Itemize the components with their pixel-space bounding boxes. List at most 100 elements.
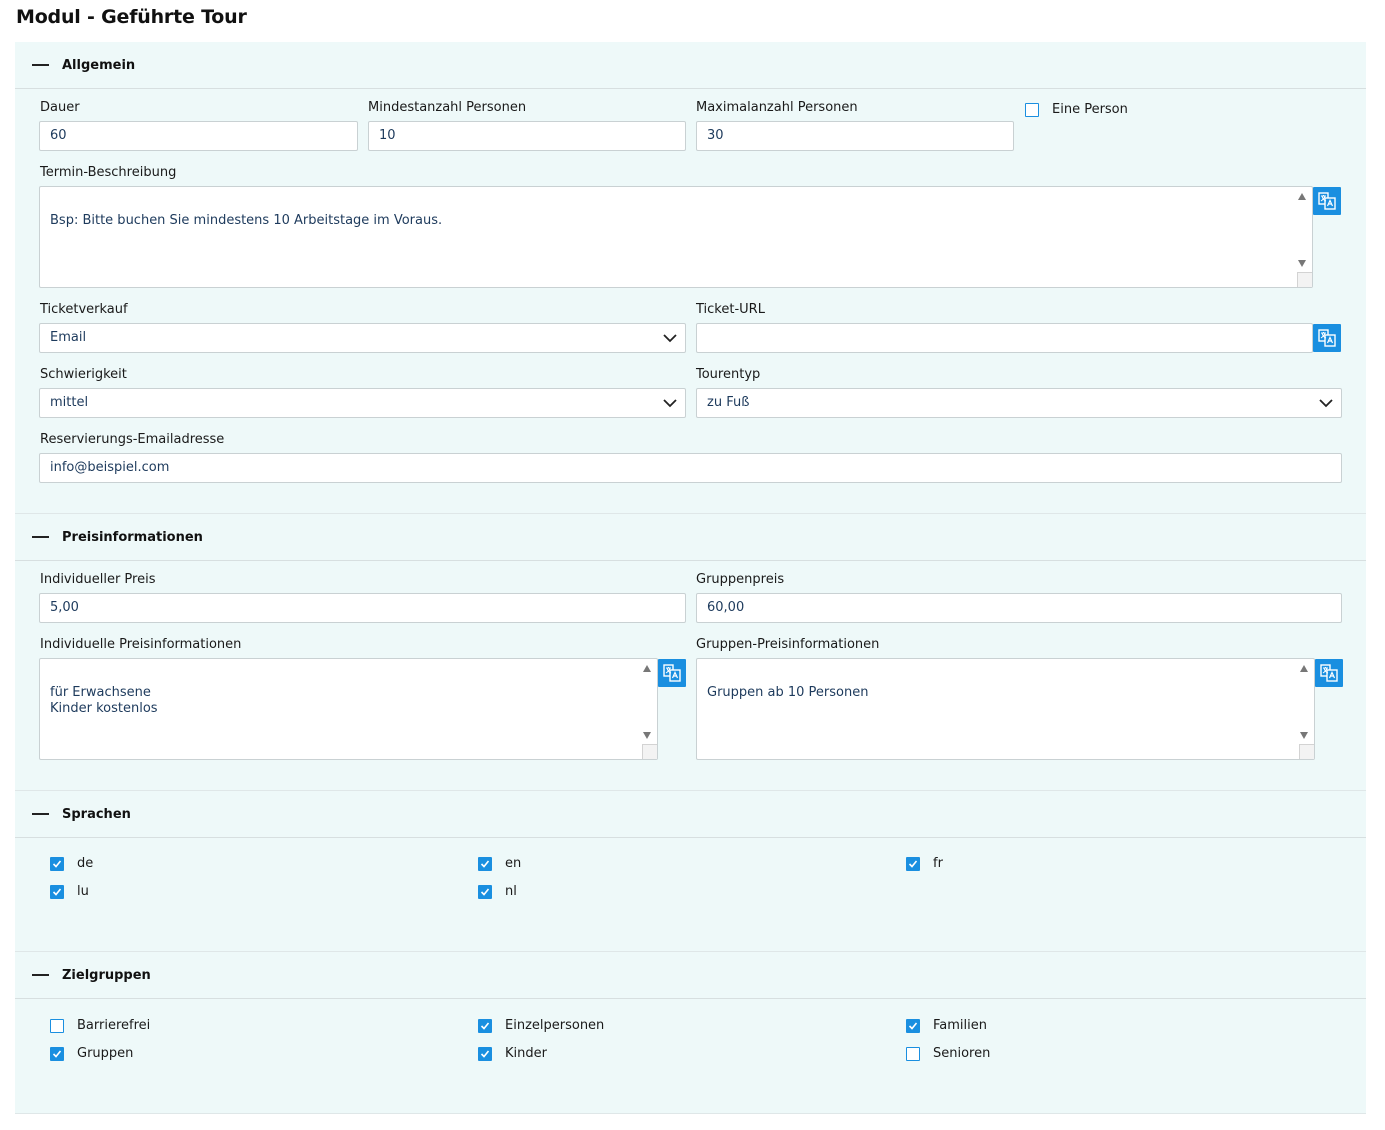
individueller-preis-label: Individueller Preis <box>40 572 156 587</box>
checkbox-barrierefrei[interactable] <box>50 1019 64 1033</box>
checkbox-label-einzelpersonen: Einzelpersonen <box>505 1018 605 1033</box>
ticketverkauf-select[interactable]: Email <box>39 323 686 353</box>
checkbox-nl[interactable] <box>478 885 492 899</box>
scroll-down-icon[interactable] <box>1300 732 1308 739</box>
translate-icon <box>663 664 681 682</box>
gruppen-preisinfo-textarea[interactable]: Gruppen ab 10 Personen <box>696 658 1315 760</box>
translate-button[interactable] <box>1315 659 1343 687</box>
page-title: Modul - Geführte Tour <box>16 6 247 28</box>
section-title: Zielgruppen <box>62 967 151 983</box>
ticket-url-label: Ticket-URL <box>696 302 765 317</box>
section-zielgruppen: Zielgruppen Barrierefrei Einzelpersonen … <box>15 952 1366 1114</box>
scroll-up-icon[interactable] <box>1298 193 1306 200</box>
scroll-down-icon[interactable] <box>1298 260 1306 267</box>
ticket-url-input[interactable] <box>696 323 1313 353</box>
checkbox-einzelpersonen[interactable] <box>478 1019 492 1033</box>
termin-text: Bsp: Bitte buchen Sie mindestens 10 Arbe… <box>50 213 443 228</box>
section-toggle-allgemein[interactable]: Allgemein <box>15 42 1366 89</box>
check-icon <box>52 888 62 896</box>
ticketverkauf-label: Ticketverkauf <box>40 302 128 317</box>
resize-grip-icon[interactable] <box>1297 272 1312 287</box>
checkbox-label-lu: lu <box>77 884 89 899</box>
gruppen-preisinfo-text: Gruppen ab 10 Personen <box>707 685 869 700</box>
check-icon <box>908 860 918 868</box>
section-toggle-preisinformationen[interactable]: Preisinformationen <box>15 514 1366 561</box>
chevron-down-icon <box>663 399 677 408</box>
scroll-up-icon[interactable] <box>643 665 651 672</box>
ticketverkauf-value: Email <box>50 330 87 345</box>
tourentyp-value: zu Fuß <box>707 395 750 410</box>
individuelle-preisinfo-label: Individuelle Preisinformationen <box>40 637 242 652</box>
translate-icon <box>1318 192 1336 210</box>
check-icon <box>480 888 490 896</box>
check-icon <box>480 1022 490 1030</box>
schwierigkeit-label: Schwierigkeit <box>40 367 127 382</box>
checkbox-label-fr: fr <box>933 856 943 871</box>
checkbox-label-de: de <box>77 856 94 871</box>
dauer-input[interactable]: 60 <box>39 121 358 151</box>
individuelle-preisinfo-text: für Erwachsene Kinder kostenlos <box>50 685 158 716</box>
collapse-icon <box>32 536 49 538</box>
checkbox-lu[interactable] <box>50 885 64 899</box>
gruppenpreis-label: Gruppenpreis <box>696 572 785 587</box>
scroll-up-icon[interactable] <box>1300 665 1308 672</box>
checkbox-gruppen[interactable] <box>50 1047 64 1061</box>
reservierung-input[interactable]: info@beispiel.com <box>39 453 1342 483</box>
min-personen-input[interactable]: 10 <box>368 121 686 151</box>
collapse-icon <box>32 813 49 815</box>
translate-button[interactable] <box>658 659 686 687</box>
translate-button[interactable] <box>1313 324 1341 352</box>
eine-person-checkbox[interactable] <box>1025 103 1039 117</box>
translate-icon <box>1318 329 1336 347</box>
gruppenpreis-input[interactable]: 60,00 <box>696 593 1342 623</box>
checkbox-fr[interactable] <box>906 857 920 871</box>
section-toggle-zielgruppen[interactable]: Zielgruppen <box>15 952 1366 999</box>
individuelle-preisinfo-textarea[interactable]: für Erwachsene Kinder kostenlos <box>39 658 658 760</box>
section-sprachen: Sprachen de en fr lu nl <box>15 791 1366 952</box>
checkbox-label-senioren: Senioren <box>933 1046 991 1061</box>
max-personen-input[interactable]: 30 <box>696 121 1014 151</box>
max-personen-label: Maximalanzahl Personen <box>696 100 858 115</box>
collapse-icon <box>32 64 49 66</box>
chevron-down-icon <box>663 334 677 343</box>
tourentyp-label: Tourentyp <box>696 367 761 382</box>
collapse-icon <box>32 974 49 976</box>
checkbox-label-nl: nl <box>505 884 517 899</box>
section-title: Preisinformationen <box>62 529 203 545</box>
check-icon <box>52 860 62 868</box>
chevron-down-icon <box>1319 399 1333 408</box>
checkbox-senioren[interactable] <box>906 1047 920 1061</box>
termin-textarea[interactable]: Bsp: Bitte buchen Sie mindestens 10 Arbe… <box>39 186 1313 288</box>
checkbox-familien[interactable] <box>906 1019 920 1033</box>
checkbox-kinder[interactable] <box>478 1047 492 1061</box>
individueller-preis-input[interactable]: 5,00 <box>39 593 686 623</box>
resize-grip-icon[interactable] <box>642 744 657 759</box>
translate-button[interactable] <box>1313 187 1341 215</box>
check-icon <box>52 1050 62 1058</box>
check-icon <box>480 860 490 868</box>
section-allgemein: Allgemein Dauer 60 Mindestanzahl Persone… <box>15 42 1366 514</box>
termin-label: Termin-Beschreibung <box>40 165 177 180</box>
scroll-down-icon[interactable] <box>643 732 651 739</box>
schwierigkeit-select[interactable]: mittel <box>39 388 686 418</box>
gruppen-preisinfo-label: Gruppen-Preisinformationen <box>696 637 880 652</box>
checkbox-label-familien: Familien <box>933 1018 987 1033</box>
checkbox-label-kinder: Kinder <box>505 1046 547 1061</box>
reservierung-label: Reservierungs-Emailadresse <box>40 432 225 447</box>
min-personen-label: Mindestanzahl Personen <box>368 100 527 115</box>
section-toggle-sprachen[interactable]: Sprachen <box>15 791 1366 838</box>
checkbox-label-barrierefrei: Barrierefrei <box>77 1018 151 1033</box>
section-preisinformationen: Preisinformationen Individueller Preis 5… <box>15 514 1366 791</box>
section-title: Allgemein <box>62 57 136 73</box>
tourentyp-select[interactable]: zu Fuß <box>696 388 1342 418</box>
schwierigkeit-value: mittel <box>50 395 89 410</box>
eine-person-label: Eine Person <box>1052 102 1128 117</box>
dauer-label: Dauer <box>40 100 80 115</box>
resize-grip-icon[interactable] <box>1299 744 1314 759</box>
translate-icon <box>1320 664 1338 682</box>
checkbox-en[interactable] <box>478 857 492 871</box>
checkbox-label-gruppen: Gruppen <box>77 1046 134 1061</box>
check-icon <box>480 1050 490 1058</box>
section-title: Sprachen <box>62 806 131 822</box>
checkbox-de[interactable] <box>50 857 64 871</box>
